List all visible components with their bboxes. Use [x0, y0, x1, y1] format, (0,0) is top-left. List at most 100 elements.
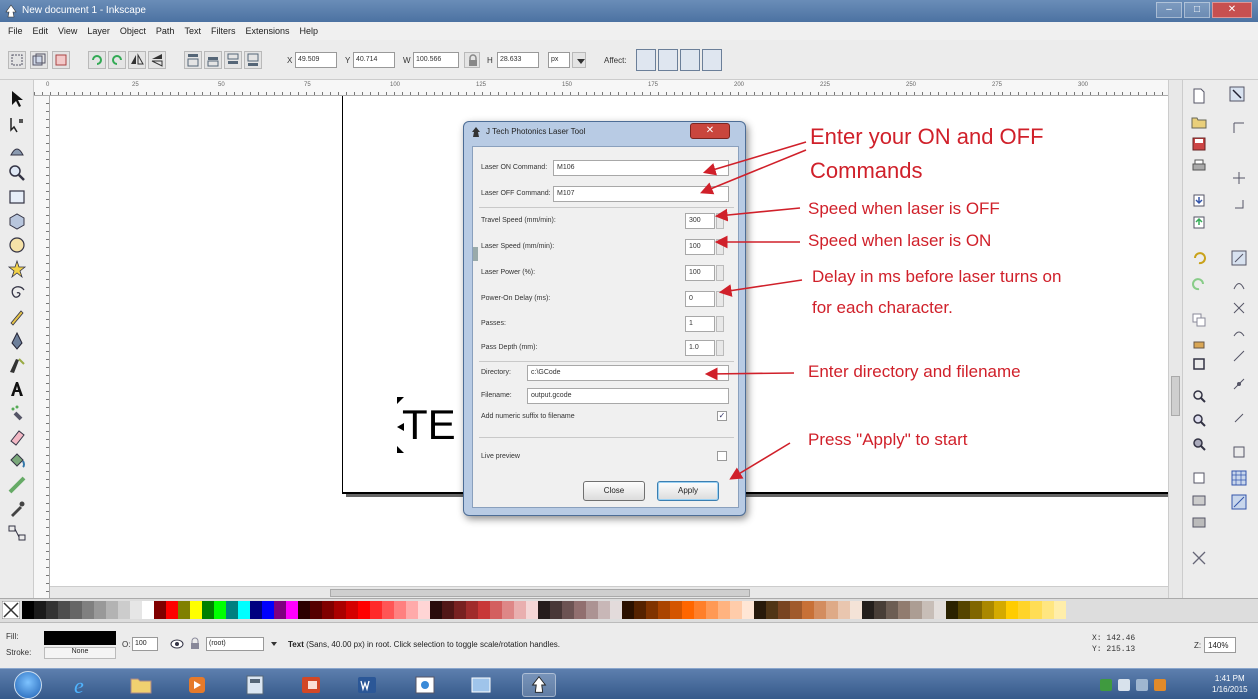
internet-explorer-icon[interactable]: e [70, 673, 96, 697]
rectangle-tool[interactable] [6, 186, 28, 208]
color-swatch[interactable] [1018, 601, 1030, 619]
y-field[interactable]: 40.714 [353, 52, 395, 68]
color-swatch[interactable] [802, 601, 814, 619]
color-swatch[interactable] [538, 601, 550, 619]
apply-button[interactable]: Apply [657, 481, 719, 501]
media-player-icon[interactable] [184, 673, 210, 697]
start-button[interactable] [14, 671, 42, 699]
select-in-all-layers-button[interactable] [30, 51, 48, 69]
color-swatch[interactable] [34, 601, 46, 619]
color-swatch[interactable] [82, 601, 94, 619]
calligraphy-tool[interactable] [6, 354, 28, 376]
menu-edit[interactable]: Edit [33, 26, 49, 36]
flip-vertical-button[interactable] [148, 51, 166, 69]
rotate-cw-button[interactable] [108, 51, 126, 69]
color-swatch[interactable] [622, 601, 634, 619]
scroll-thumb[interactable] [330, 589, 750, 597]
snap-nodes-icon[interactable] [1231, 250, 1247, 266]
select-all-button[interactable] [8, 51, 26, 69]
laser-power-spinner[interactable] [716, 265, 724, 281]
color-swatch[interactable] [130, 601, 142, 619]
color-swatch[interactable] [814, 601, 826, 619]
gradient-tool[interactable] [6, 474, 28, 496]
color-swatch[interactable] [106, 601, 118, 619]
laser-speed-spinner[interactable] [716, 239, 724, 255]
menu-object[interactable]: Object [120, 26, 146, 36]
volume-icon[interactable] [1136, 679, 1148, 691]
color-swatch[interactable] [514, 601, 526, 619]
connector-tool[interactable] [6, 522, 28, 544]
color-swatch[interactable] [694, 601, 706, 619]
laser-power-input[interactable]: 100 [685, 265, 715, 281]
save-icon[interactable] [1191, 136, 1207, 152]
snap-midpoint-icon[interactable] [1231, 348, 1247, 364]
color-swatch[interactable] [886, 601, 898, 619]
opacity-field[interactable]: 100 [132, 637, 158, 651]
menu-extensions[interactable]: Extensions [245, 26, 289, 36]
color-swatch[interactable] [466, 601, 478, 619]
color-swatch[interactable] [286, 601, 298, 619]
tray-app-icon[interactable] [1100, 679, 1112, 691]
zoom-tool[interactable] [6, 162, 28, 184]
laser-speed-input[interactable]: 100 [685, 239, 715, 255]
close-dialog-button[interactable]: Close [583, 481, 645, 501]
no-paint-icon[interactable] [2, 601, 20, 619]
powerpoint-icon[interactable] [298, 673, 324, 697]
color-swatch[interactable] [718, 601, 730, 619]
color-swatch[interactable] [238, 601, 250, 619]
color-swatch[interactable] [490, 601, 502, 619]
scale-handle-icon[interactable] [396, 444, 406, 454]
color-swatch[interactable] [382, 601, 394, 619]
color-swatch[interactable] [838, 601, 850, 619]
color-swatch[interactable] [1006, 601, 1018, 619]
color-swatch[interactable] [178, 601, 190, 619]
affect-patterns-button[interactable] [702, 49, 722, 71]
color-swatch[interactable] [94, 601, 106, 619]
stroke-indicator[interactable]: None [44, 647, 116, 659]
color-swatch[interactable] [70, 601, 82, 619]
snap-grid-icon[interactable] [1231, 470, 1247, 486]
zoom-in-icon[interactable] [1191, 388, 1207, 404]
lock-proportions-button[interactable] [464, 52, 480, 68]
word-icon[interactable] [354, 673, 380, 697]
menu-filters[interactable]: Filters [211, 26, 236, 36]
color-swatch[interactable] [658, 601, 670, 619]
power-on-delay-input[interactable]: 0 [685, 291, 715, 307]
tweak-tool[interactable] [6, 138, 28, 160]
color-swatch[interactable] [946, 601, 958, 619]
menu-path[interactable]: Path [156, 26, 175, 36]
paint-bucket-tool[interactable] [6, 450, 28, 472]
canvas-text-object[interactable]: TE [402, 401, 456, 449]
text-tool[interactable] [6, 378, 28, 400]
color-swatch[interactable] [1030, 601, 1042, 619]
color-swatch[interactable] [202, 601, 214, 619]
affect-stroke-button[interactable] [636, 49, 656, 71]
color-swatch[interactable] [250, 601, 262, 619]
color-swatch[interactable] [634, 601, 646, 619]
zoom-field[interactable]: 140% [1204, 637, 1236, 653]
color-swatch[interactable] [46, 601, 58, 619]
vertical-scrollbar[interactable] [1168, 80, 1182, 598]
color-swatch[interactable] [214, 601, 226, 619]
power-icon[interactable] [1154, 679, 1166, 691]
menu-help[interactable]: Help [299, 26, 318, 36]
x-field[interactable]: 49.509 [295, 52, 337, 68]
color-swatch[interactable] [562, 601, 574, 619]
raise-to-top-button[interactable] [184, 51, 202, 69]
color-swatch[interactable] [334, 601, 346, 619]
color-swatch[interactable] [226, 601, 238, 619]
power-on-delay-spinner[interactable] [716, 291, 724, 307]
color-swatch[interactable] [406, 601, 418, 619]
color-swatch[interactable] [550, 601, 562, 619]
h-field[interactable]: 28.633 [497, 52, 539, 68]
color-swatch[interactable] [862, 601, 874, 619]
align-icon[interactable] [1191, 550, 1207, 566]
import-icon[interactable] [1191, 192, 1207, 208]
inkscape-taskbar-icon[interactable] [522, 673, 556, 697]
snap-smooth-icon[interactable] [1231, 324, 1247, 340]
clone-icon[interactable] [1191, 336, 1207, 352]
color-swatch[interactable] [358, 601, 370, 619]
window-switcher-icon[interactable] [468, 673, 494, 697]
color-swatch[interactable] [790, 601, 802, 619]
passes-spinner[interactable] [716, 316, 724, 332]
